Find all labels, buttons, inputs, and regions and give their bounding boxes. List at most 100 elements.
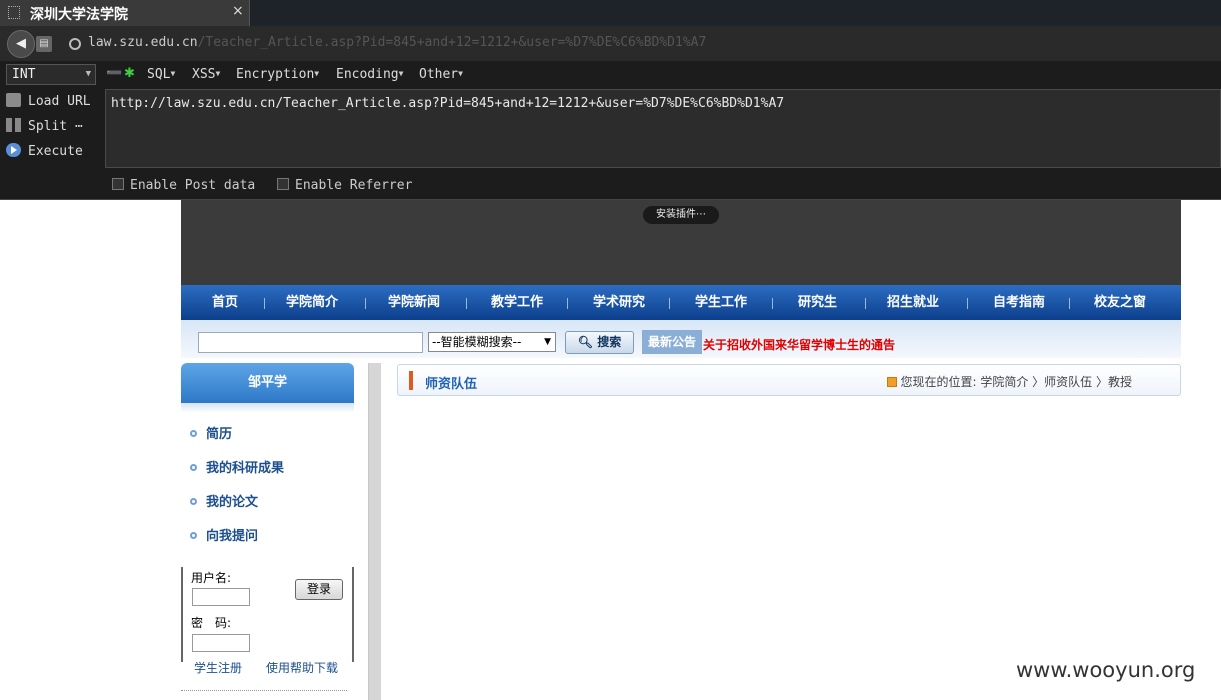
page-info-icon[interactable]: ▤ <box>36 36 52 52</box>
caret-down-icon: ▼ <box>215 69 221 78</box>
header-shadow <box>181 403 354 413</box>
nav-item-about[interactable]: 学院简介 <box>286 285 338 320</box>
title-accent <box>409 371 413 390</box>
sidebar-item-label: 向我提问 <box>206 529 259 544</box>
sidebar-item-research[interactable]: 我的科研成果 <box>190 457 284 476</box>
nav-item-self-study[interactable]: 自考指南 <box>993 285 1045 320</box>
back-button[interactable]: ◀ <box>7 30 35 58</box>
divider <box>181 690 347 691</box>
nav-item-graduate[interactable]: 研究生 <box>798 285 837 320</box>
register-link[interactable]: 学生注册 <box>194 659 242 676</box>
search-mode-select[interactable]: --智能模糊搜索-- ▼ <box>428 332 556 352</box>
split-icon <box>6 118 21 132</box>
nav-item-students[interactable]: 学生工作 <box>695 285 747 320</box>
teacher-sidebar: 邹平学 简历 我的科研成果 我的论文 向我提问 用户名: 密 码: 登录 学生注… <box>181 363 354 700</box>
caret-down-icon: ▼ <box>170 69 176 78</box>
type-select[interactable]: INT ▼ <box>6 64 96 85</box>
site-identity-icon[interactable] <box>69 38 81 50</box>
tab-strip-empty <box>251 0 1221 26</box>
breadcrumb-path: 您现在的位置: 学院简介 〉师资队伍 〉教授 <box>886 373 1133 390</box>
menu-sql-label: SQL <box>147 67 171 82</box>
tab-title: 深圳大学法学院 <box>30 7 128 23</box>
nav-separator <box>1069 298 1070 309</box>
nav-separator <box>669 298 670 309</box>
split-url-label: Split ⋯ <box>28 119 83 134</box>
browser-tab[interactable]: 深圳大学法学院 × <box>0 0 250 26</box>
caret-down-icon: ▼ <box>314 69 320 78</box>
login-button[interactable]: 登录 <box>295 579 343 600</box>
location-icon <box>886 377 897 387</box>
help-download-link[interactable]: 使用帮助下载 <box>266 659 338 676</box>
sidebar-item-resume[interactable]: 简历 <box>190 423 232 442</box>
execute-button[interactable]: Execute <box>6 143 83 163</box>
menu-other-label: Other <box>419 67 459 82</box>
login-form: 用户名: 密 码: 登录 <box>181 567 354 662</box>
nav-item-admissions[interactable]: 招生就业 <box>887 285 939 320</box>
split-url-button[interactable]: Split ⋯ <box>6 118 83 138</box>
enable-post-label: Enable Post data <box>130 178 256 193</box>
search-icon: 🔍︎ <box>577 335 594 349</box>
url-host: law.szu.edu.cn <box>88 35 198 50</box>
password-field[interactable] <box>192 634 250 652</box>
latest-notice-tag: 最新公告 <box>642 330 702 354</box>
nav-item-home[interactable]: 首页 <box>212 285 238 320</box>
caret-down-icon: ▼ <box>398 69 404 78</box>
sidebar-item-papers[interactable]: 我的论文 <box>190 491 258 510</box>
screenshot-root: 深圳大学法学院 × ◀ ▤ law.szu.edu.cn/Teacher_Art… <box>0 0 1221 700</box>
sidebar-item-label: 我的科研成果 <box>206 461 285 476</box>
hackbar-panel: INT ▼ ➖ ✱ SQL▼ XSS▼ Encryption▼ Encoding… <box>0 61 1221 200</box>
checkbox-icon <box>112 178 124 190</box>
teacher-name: 邹平学 <box>181 363 354 403</box>
url-textarea[interactable]: http://law.szu.edu.cn/Teacher_Article.as… <box>105 89 1221 168</box>
search-button-label: 搜索 <box>597 335 622 349</box>
search-button[interactable]: 🔍︎ 搜索 <box>565 331 634 354</box>
bullet-icon <box>190 430 197 437</box>
menu-other[interactable]: Other▼ <box>419 67 463 82</box>
site-banner: 安装插件⋯ <box>181 200 1181 285</box>
nav-item-research[interactable]: 学术研究 <box>593 285 645 320</box>
bullet-icon <box>190 498 197 505</box>
address-bar[interactable]: law.szu.edu.cn/Teacher_Article.asp?Pid=8… <box>88 35 706 50</box>
menu-sql[interactable]: SQL▼ <box>147 67 175 82</box>
column-divider <box>368 363 381 700</box>
menu-xss[interactable]: XSS▼ <box>192 67 220 82</box>
nav-item-teaching[interactable]: 教学工作 <box>491 285 543 320</box>
menu-encryption-label: Encryption <box>236 67 315 82</box>
asterisk-icon[interactable]: ✱ <box>124 66 135 81</box>
caret-down-icon: ▼ <box>458 69 463 78</box>
chevron-down-icon: ▼ <box>544 337 551 347</box>
web-page: 安装插件⋯ 首页 学院简介 学院新闻 教学工作 学术研究 学生工作 研究生 招生… <box>0 200 1221 700</box>
bullet-icon <box>190 464 197 471</box>
nav-separator <box>567 298 568 309</box>
enable-post-checkbox[interactable]: Enable Post data <box>112 178 255 193</box>
section-title: 师资队伍 <box>425 377 478 392</box>
close-icon[interactable]: × <box>232 3 244 19</box>
load-url-button[interactable]: Load URL <box>6 93 91 113</box>
install-plugin-button[interactable]: 安装插件⋯ <box>643 206 719 224</box>
sidebar-item-label: 简历 <box>206 427 233 442</box>
enable-referrer-checkbox[interactable]: Enable Referrer <box>277 178 412 193</box>
sidebar-item-ask[interactable]: 向我提问 <box>190 525 258 544</box>
url-path: /Teacher_Article.asp?Pid=845+and+12=1212… <box>197 35 707 50</box>
menu-encoding[interactable]: Encoding▼ <box>336 67 403 82</box>
chevron-down-icon: ▼ <box>85 69 91 79</box>
checkbox-icon <box>277 178 289 190</box>
minus-icon[interactable]: ➖ <box>106 66 122 81</box>
search-bar: --智能模糊搜索-- ▼ 🔍︎ 搜索 最新公告 关于招收外国来华留学博士生的通告 <box>181 320 1181 358</box>
page-icon <box>8 6 20 19</box>
sidebar-item-label: 我的论文 <box>206 495 259 510</box>
browser-nav-bar: ◀ ▤ law.szu.edu.cn/Teacher_Article.asp?P… <box>0 26 1221 61</box>
nav-item-alumni[interactable]: 校友之窗 <box>1094 285 1146 320</box>
breadcrumb-text[interactable]: 您现在的位置: 学院简介 〉师资队伍 〉教授 <box>901 375 1133 389</box>
nav-separator <box>264 298 265 309</box>
latest-notice-link[interactable]: 关于招收外国来华留学博士生的通告 <box>703 336 895 353</box>
enable-referrer-label: Enable Referrer <box>295 178 413 193</box>
menu-encryption[interactable]: Encryption▼ <box>236 67 319 82</box>
nav-separator <box>466 298 467 309</box>
search-input[interactable] <box>198 332 423 353</box>
nav-item-news[interactable]: 学院新闻 <box>388 285 440 320</box>
nav-separator <box>772 298 773 309</box>
username-field[interactable] <box>192 588 250 606</box>
breadcrumb: 师资队伍 您现在的位置: 学院简介 〉师资队伍 〉教授 <box>397 364 1181 396</box>
nav-separator <box>865 298 866 309</box>
